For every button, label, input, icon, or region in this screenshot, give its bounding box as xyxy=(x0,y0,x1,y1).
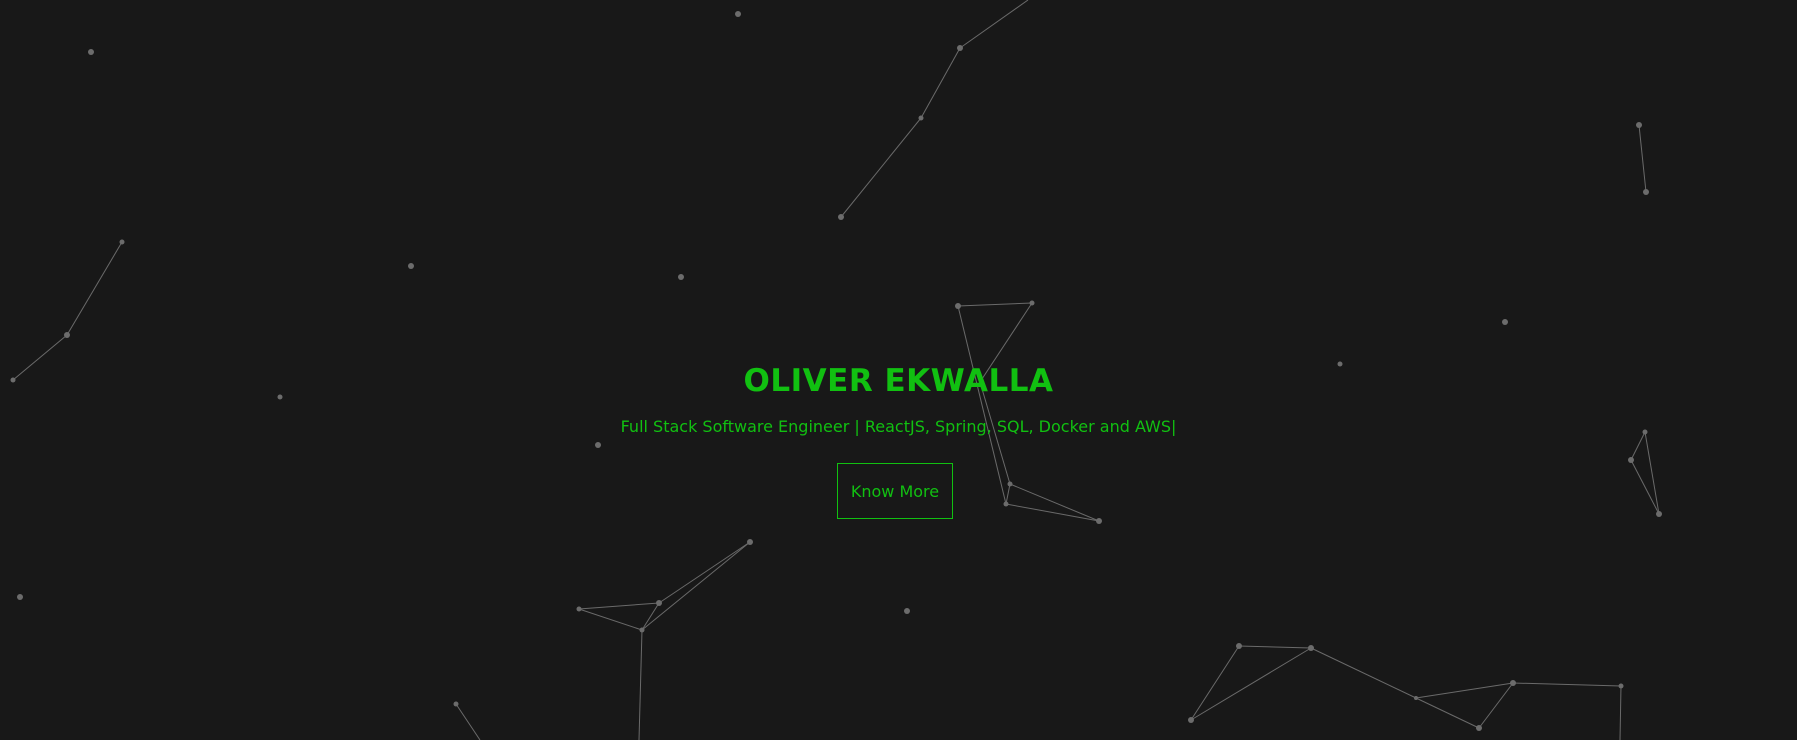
hero-content: OLIVER EKWALLA Full Stack Software Engin… xyxy=(0,0,1797,740)
hero-section: OLIVER EKWALLA Full Stack Software Engin… xyxy=(0,0,1797,740)
know-more-button[interactable]: Know More xyxy=(837,463,953,519)
hero-tagline-text: Full Stack Software Engineer | ReactJS, … xyxy=(620,417,1172,436)
typing-cursor: | xyxy=(1171,417,1177,436)
hero-name-heading: OLIVER EKWALLA xyxy=(743,363,1054,399)
hero-tagline: Full Stack Software Engineer | ReactJS, … xyxy=(0,415,1797,439)
